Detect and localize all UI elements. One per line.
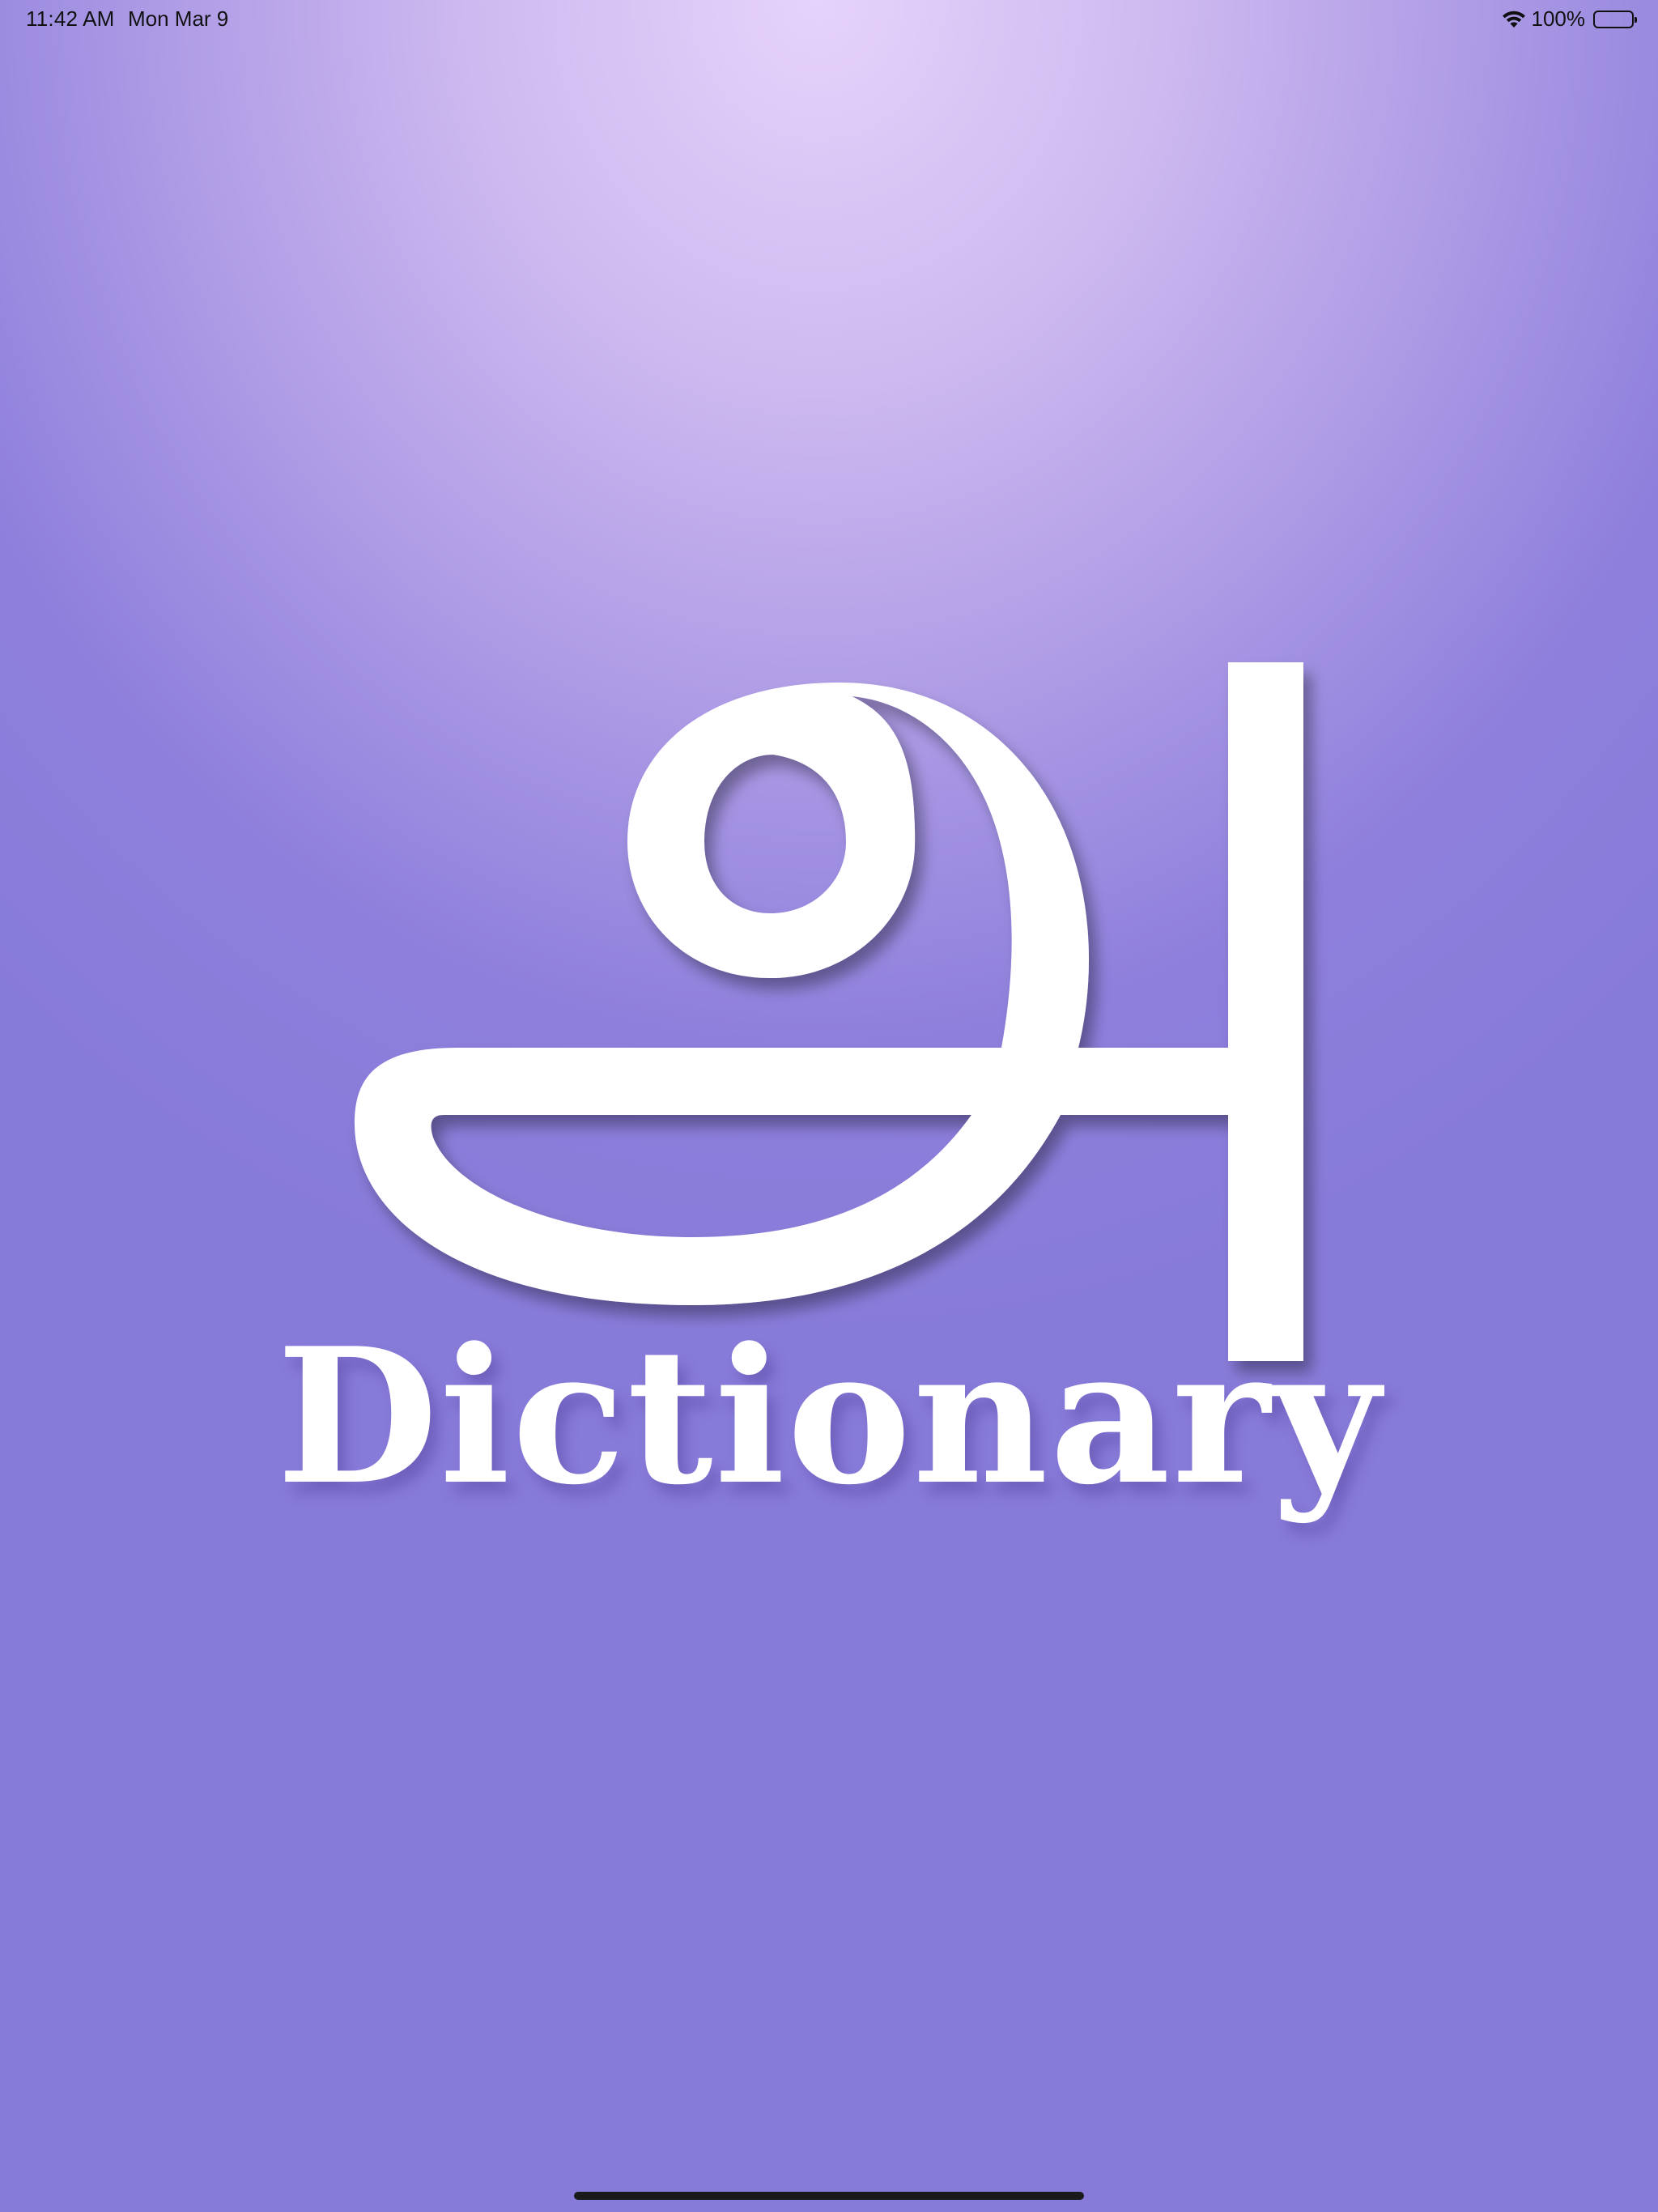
battery-percentage: 100% [1531,6,1586,31]
battery-cap [1635,16,1637,23]
wifi-icon [1501,10,1527,29]
battery-icon [1593,10,1637,28]
logo-main-stroke [627,683,1089,1048]
status-indicators: 100% [1501,6,1637,32]
tamil-letter-a-logo-icon [355,662,1303,1361]
logo-crossbar-right [1077,1048,1239,1115]
status-time: 11:42 AM [26,6,115,31]
logo-vertical-stem [1228,662,1303,1361]
app-title: Dictionary [276,1308,1382,1526]
home-indicator[interactable] [574,2192,1084,2200]
status-bar: 11:42 AM Mon Mar 9 100% [0,0,1658,39]
status-date: Mon Mar 9 [128,6,229,31]
logo-lower-loop [355,1048,1077,1305]
